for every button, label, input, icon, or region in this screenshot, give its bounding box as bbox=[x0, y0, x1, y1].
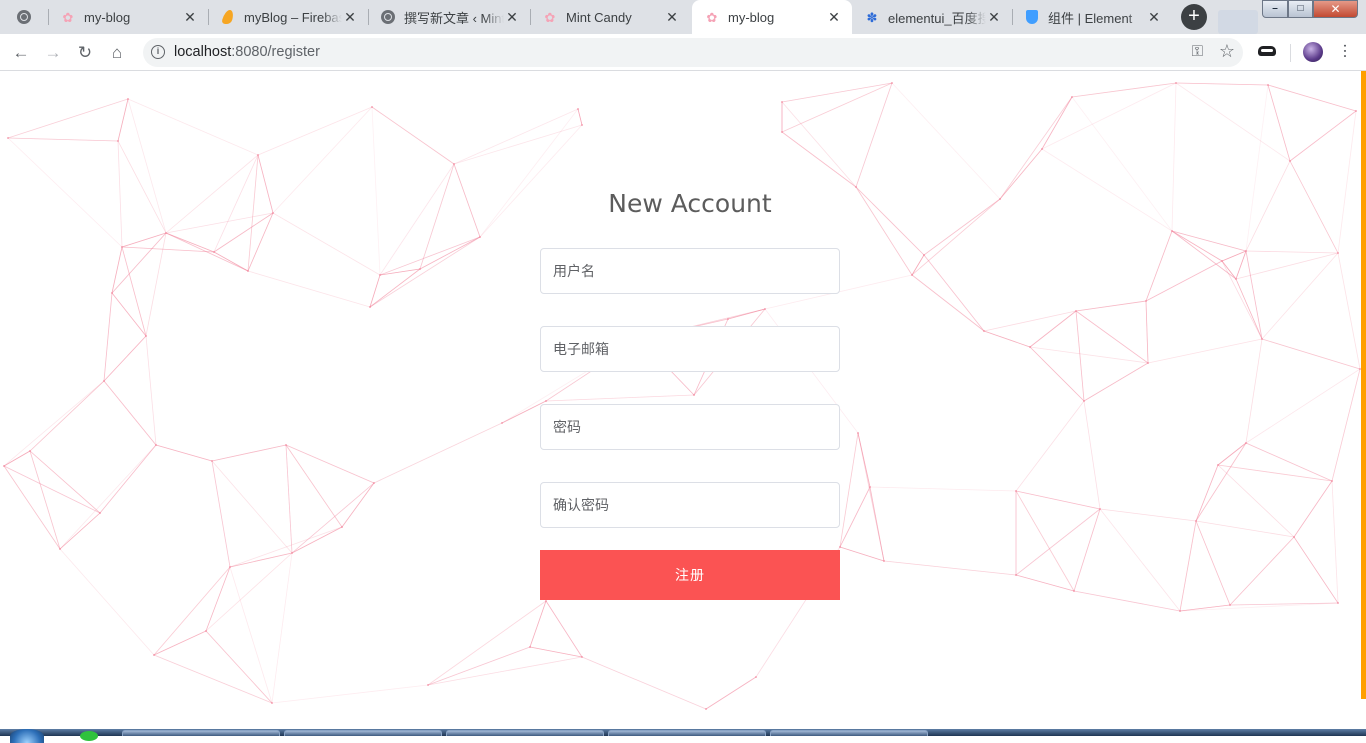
home-icon: ⌂ bbox=[111, 43, 123, 62]
tab-mint-candy-editor[interactable]: 撰写新文章 ‹ Mint Candy ✕ bbox=[368, 0, 530, 34]
cherry-blossom-icon: ✿ bbox=[706, 9, 718, 25]
bookmark-star-icon[interactable]: ☆ bbox=[1219, 41, 1235, 62]
username-input[interactable] bbox=[540, 248, 840, 294]
close-icon[interactable]: ✕ bbox=[986, 9, 1002, 26]
tab-my-blog-1[interactable]: ✿ my-blog ✕ bbox=[48, 0, 208, 34]
os-taskbar bbox=[0, 729, 1366, 743]
key-icon[interactable]: ⚿ bbox=[1192, 43, 1203, 60]
window-controls: – □ ✕ bbox=[1262, 0, 1358, 18]
arrow-left-icon: ← bbox=[12, 43, 30, 62]
close-icon[interactable]: ✕ bbox=[182, 9, 198, 26]
email-input[interactable] bbox=[540, 326, 840, 372]
browser-toolbar: ← → ↻ ⌂ i localhost:8080/register ⚿ ☆ ⋯ bbox=[0, 34, 1366, 71]
tab-firebase[interactable]: myBlog – Firebase ✕ bbox=[208, 0, 368, 34]
password-input[interactable] bbox=[540, 404, 840, 450]
home-button[interactable]: ⌂ bbox=[104, 40, 130, 66]
window-close-button[interactable]: ✕ bbox=[1313, 0, 1358, 18]
reload-button[interactable]: ↻ bbox=[72, 40, 98, 66]
reload-icon: ↻ bbox=[77, 43, 93, 62]
element-shield-icon bbox=[1024, 9, 1040, 25]
confirm-password-input[interactable] bbox=[540, 482, 840, 528]
close-icon[interactable]: ✕ bbox=[342, 9, 358, 26]
close-icon[interactable]: ✕ bbox=[1146, 9, 1162, 26]
arrow-right-icon: → bbox=[44, 43, 62, 62]
register-button[interactable]: 注册 bbox=[540, 550, 840, 600]
close-icon[interactable]: ✕ bbox=[826, 9, 842, 26]
taskbar-item[interactable] bbox=[446, 730, 604, 736]
tab-title: 组件 | Element bbox=[1048, 10, 1133, 26]
address-url[interactable]: localhost:8080/register bbox=[174, 44, 320, 60]
new-tab-button[interactable]: + bbox=[1181, 4, 1207, 30]
tab-pinned-globe[interactable] bbox=[4, 0, 48, 34]
tab-baidu-search[interactable]: ✽ elementui_百度搜索 ✕ bbox=[852, 0, 1012, 34]
tab-title: 撰写新文章 ‹ Mint Candy bbox=[404, 10, 504, 26]
tab-mint-candy[interactable]: ✿ Mint Candy ✕ bbox=[530, 0, 690, 34]
url-host: localhost bbox=[174, 44, 232, 60]
tab-element[interactable]: 组件 | Element ✕ bbox=[1012, 0, 1172, 34]
profile-avatar[interactable] bbox=[1303, 42, 1323, 62]
tab-strip: ✿ my-blog ✕ myBlog – Firebase ✕ 撰写新文章 ‹ … bbox=[0, 0, 1366, 34]
tab-title: elementui_百度搜索 bbox=[888, 10, 986, 26]
taskbar-item[interactable] bbox=[122, 730, 280, 736]
cherry-blossom-icon: ✿ bbox=[544, 9, 556, 25]
back-button[interactable]: ← bbox=[8, 40, 34, 66]
register-page: New Account 注册 bbox=[0, 71, 1366, 729]
cherry-blossom-icon: ✿ bbox=[62, 9, 74, 25]
taskbar-item[interactable] bbox=[284, 730, 442, 736]
incognito-extension-icon[interactable] bbox=[1258, 46, 1276, 56]
maximize-button[interactable]: □ bbox=[1288, 0, 1313, 18]
tab-title: my-blog bbox=[84, 9, 131, 25]
particle-network-background bbox=[3, 82, 1361, 710]
forward-button[interactable]: → bbox=[40, 40, 66, 66]
close-icon[interactable]: ✕ bbox=[664, 9, 680, 26]
site-info-icon[interactable]: i bbox=[151, 45, 165, 59]
address-bar[interactable]: i localhost:8080/register ⚿ ☆ bbox=[143, 38, 1243, 67]
taskbar-item[interactable] bbox=[770, 730, 928, 736]
start-orb-icon[interactable] bbox=[10, 729, 44, 743]
taskbar-item[interactable] bbox=[608, 730, 766, 736]
tab-my-blog-active[interactable]: ✿ my-blog ✕ bbox=[692, 0, 852, 34]
close-icon[interactable]: ✕ bbox=[504, 9, 520, 26]
baidu-paw-icon: ✽ bbox=[866, 9, 878, 25]
tab-title: my-blog bbox=[728, 9, 775, 25]
page-title: New Account bbox=[608, 189, 772, 218]
minimize-button[interactable]: – bbox=[1262, 0, 1288, 18]
globe-icon bbox=[16, 9, 32, 25]
window-preview bbox=[1218, 10, 1258, 34]
globe-icon bbox=[380, 9, 396, 25]
firebase-icon bbox=[220, 9, 236, 25]
toolbar-divider bbox=[1290, 44, 1291, 62]
tab-title: Mint Candy bbox=[566, 9, 632, 25]
url-path: :8080/register bbox=[231, 44, 320, 60]
tab-title: myBlog – Firebase bbox=[244, 9, 342, 25]
wechat-tray-icon[interactable] bbox=[80, 731, 98, 741]
scroll-indicator bbox=[1361, 71, 1366, 699]
more-menu-icon[interactable]: ⋯ bbox=[1336, 43, 1353, 57]
